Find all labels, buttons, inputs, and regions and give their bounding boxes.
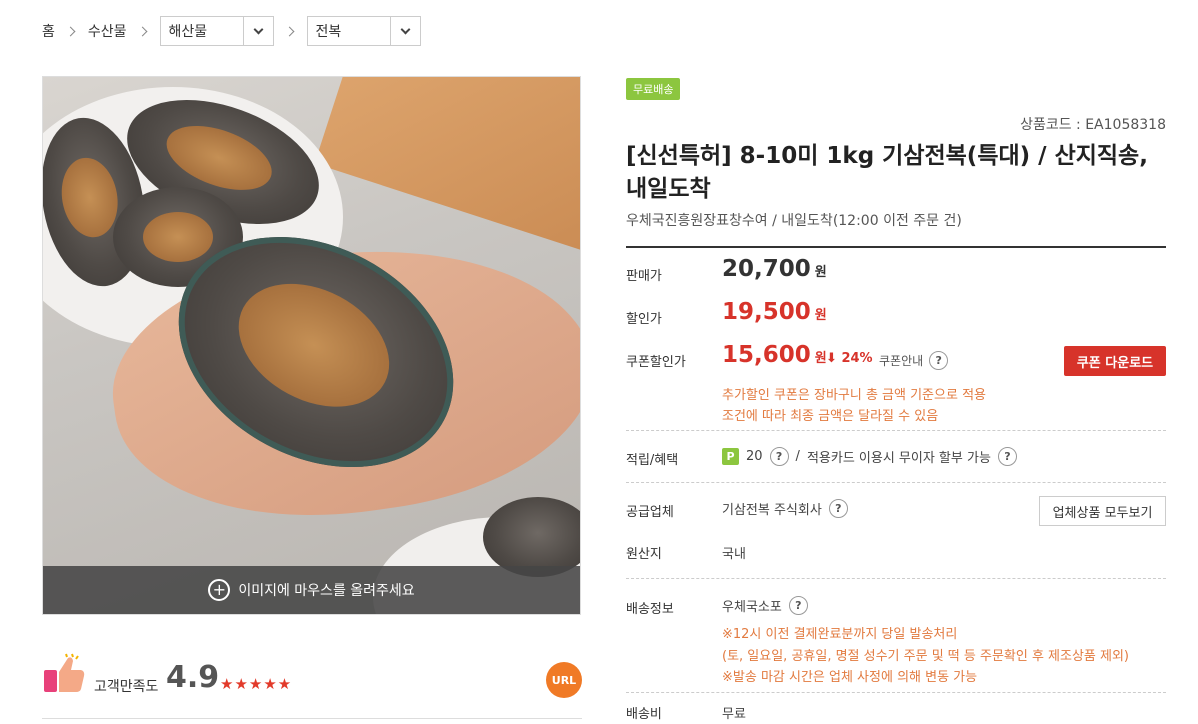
supplier-all-products-button[interactable]: 업체상품 모두보기 — [1039, 496, 1166, 526]
help-icon[interactable]: ? — [769, 447, 789, 466]
product-subtitle: 우체국진흥원장표창수여 / 내일도착(12:00 이전 주문 건) — [626, 213, 962, 229]
product-code: 상품코드 : EA1058318 — [1020, 117, 1166, 133]
benefit-slash: / — [795, 449, 800, 464]
sale-price: 20,700 원 — [722, 256, 827, 282]
divider — [626, 692, 1166, 693]
supplier-name: 기삼전복 주식회사 — [722, 503, 822, 518]
chevron-right-icon — [65, 26, 76, 36]
discount-price-value: 19,500 — [722, 299, 811, 325]
shipping-method: 우체국소포 ? — [722, 596, 808, 615]
divider — [626, 482, 1166, 483]
shipping-note-2: (토, 일요일, 공휴일, 명절 성수기 주문 및 떡 등 주문확인 후 제조상… — [722, 649, 1130, 664]
shipping-fee-value: 무료 — [722, 707, 746, 722]
image-hover-text: 이미지에 마우스를 올려주세요 — [238, 583, 415, 599]
customer-satisfaction: 고객만족도 4.9 ★★★★★ URL — [42, 646, 582, 706]
product-title: [신선특허] 8-10미 1kg 기삼전복(특대) / 산지직송, 내일도착 — [626, 143, 1148, 202]
coupon-price-value: 15,600 — [722, 342, 811, 368]
supplier-info: 기삼전복 주식회사 ? — [722, 499, 848, 518]
sale-price-label: 판매가 — [626, 269, 662, 284]
shipping-note-1: ※12시 이전 결제완료분까지 당일 발송처리 — [722, 627, 958, 642]
sale-price-value: 20,700 — [722, 256, 811, 282]
won-unit: 원 — [814, 351, 827, 366]
coupon-price-label: 쿠폰할인가 — [626, 355, 686, 370]
point-icon: P — [722, 448, 739, 465]
shipping-method-value: 우체국소포 — [722, 600, 782, 615]
breadcrumb: 홈 수산물 해산물 전복 — [42, 16, 421, 46]
discount-price: 19,500 원 — [722, 299, 827, 325]
category2-select[interactable]: 해산물 — [159, 16, 274, 46]
shipping-note-3: ※발송 마감 시간은 업체 사정에 의해 변동 가능 — [722, 670, 978, 685]
supplier-label: 공급업체 — [626, 505, 674, 520]
help-icon[interactable]: ? — [997, 447, 1017, 466]
category3-select[interactable]: 전복 — [306, 16, 421, 46]
free-shipping-badge: 무료배송 — [626, 78, 681, 100]
divider — [42, 718, 582, 719]
coupon-download-button[interactable]: 쿠폰 다운로드 — [1064, 346, 1166, 376]
category3-select-value: 전복 — [315, 24, 342, 40]
shipping-label: 배송정보 — [626, 602, 674, 617]
coupon-info[interactable]: 쿠폰안내 ? — [879, 351, 949, 370]
origin-value: 국내 — [722, 547, 746, 562]
chevron-right-icon — [284, 26, 294, 36]
url-button[interactable]: URL — [546, 662, 582, 698]
star-rating-icon: ★★★★★ — [220, 675, 293, 693]
discount-price-label: 할인가 — [626, 312, 662, 327]
arrow-down-icon: ⬇ — [826, 351, 837, 366]
chevron-down-icon[interactable] — [242, 17, 273, 45]
origin-label: 원산지 — [626, 547, 662, 562]
card-benefit-text: 적용카드 이용시 무이자 할부 가능 — [806, 451, 991, 466]
divider — [626, 578, 1166, 579]
benefit-label: 적립/혜택 — [626, 453, 679, 468]
coupon-notice-2: 조건에 따라 최종 금액은 달라질 수 있음 — [722, 409, 939, 424]
coupon-notice-1: 추가할인 쿠폰은 장바구니 총 금액 기준으로 적용 — [722, 388, 986, 403]
discount-percent: ⬇ 24% — [826, 351, 873, 366]
won-unit: 원 — [814, 308, 827, 323]
satisfaction-score: 4.9 — [166, 660, 220, 695]
won-unit: 원 — [814, 265, 827, 280]
coupon-info-label: 쿠폰안내 — [879, 354, 924, 368]
point-value: 20 — [746, 449, 763, 464]
breadcrumb-category1[interactable]: 수산물 — [88, 21, 127, 41]
chevron-right-icon — [137, 26, 147, 36]
thumbs-up-icon — [44, 653, 85, 692]
coupon-price: 15,600 원 — [722, 342, 827, 368]
help-icon[interactable]: ? — [828, 499, 848, 518]
chevron-down-icon[interactable] — [389, 17, 420, 45]
benefit-info: P 20 ? / 적용카드 이용시 무이자 할부 가능 ? — [722, 447, 1017, 466]
abalone-photo — [43, 77, 580, 614]
breadcrumb-home[interactable]: 홈 — [42, 21, 55, 41]
divider — [626, 246, 1166, 248]
help-icon[interactable]: ? — [929, 351, 949, 370]
discount-percent-value: 24% — [841, 351, 873, 366]
category2-select-value: 해산물 — [168, 24, 208, 40]
product-image[interactable]: + 이미지에 마우스를 올려주세요 — [42, 76, 581, 615]
plus-circle-icon: + — [208, 579, 231, 601]
divider — [626, 430, 1166, 431]
help-icon[interactable]: ? — [788, 596, 808, 615]
image-hover-hint: + 이미지에 마우스를 올려주세요 — [43, 566, 580, 614]
satisfaction-label: 고객만족도 — [94, 679, 159, 695]
shipping-fee-label: 배송비 — [626, 707, 662, 722]
